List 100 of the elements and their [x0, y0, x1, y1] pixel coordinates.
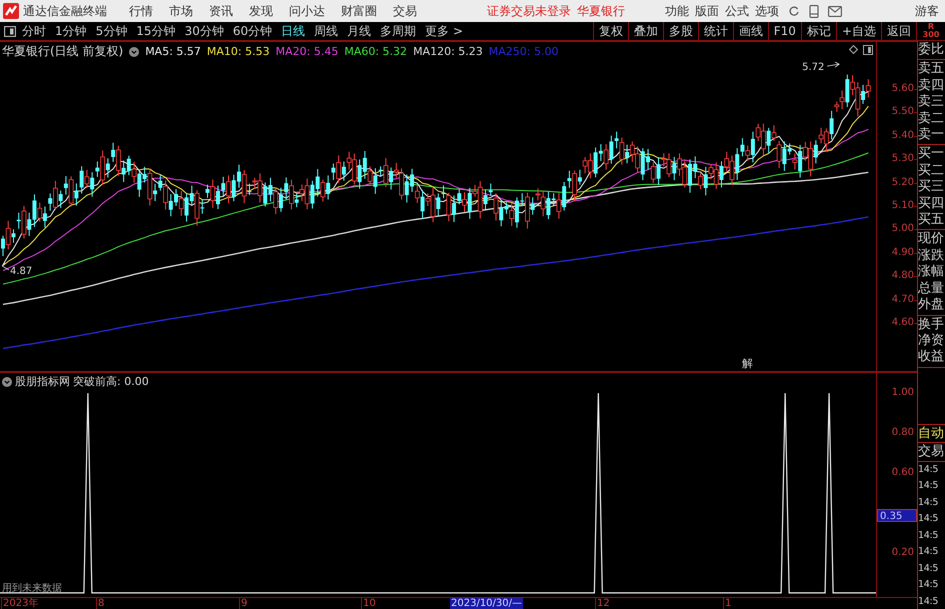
toolbar-button[interactable]: 返回 — [881, 22, 916, 40]
trade-time: 14:5 — [918, 496, 940, 510]
quote-field-label: 买三 — [918, 179, 945, 196]
low-price-label: 4.87 — [10, 266, 32, 277]
quote-field-label: 买二 — [918, 162, 945, 180]
menu-item[interactable]: 行情 — [129, 2, 153, 20]
mode-label[interactable]: 自动 — [918, 424, 945, 442]
moving-average-value: MA250: 5.00 — [488, 45, 558, 58]
price-tick-label: 4.90 — [892, 246, 914, 259]
toolbar-button[interactable]: 复权 — [592, 22, 628, 40]
menu-item[interactable]: 市场 — [169, 2, 193, 20]
quote-field-label: 委比 — [918, 42, 945, 58]
quote-field-label: 卖三 — [918, 94, 945, 111]
price-tick-label: 4.80 — [892, 270, 914, 282]
period-tab[interactable]: 30分钟 — [184, 22, 224, 40]
moving-average-value: MA5: 5.57 — [145, 45, 201, 58]
menu-item[interactable]: 发现 — [249, 2, 273, 20]
quote-field-label: 卖二 — [918, 110, 945, 127]
quote-field-label: 卖五 — [918, 61, 945, 78]
trade-time: 14:5 — [918, 594, 940, 608]
period-tab[interactable]: 多周期 — [380, 22, 416, 40]
period-tab[interactable]: 1分钟 — [55, 22, 87, 40]
menu-item[interactable]: 公式 — [725, 2, 749, 20]
period-tab[interactable]: 日线 — [281, 22, 306, 40]
price-tick-label: 4.60 — [892, 317, 914, 329]
moving-average-value: MA10: 5.53 — [206, 45, 270, 58]
quote-field-label: 买四 — [918, 196, 945, 212]
price-tick-label: 4.70 — [892, 294, 914, 306]
menu-item[interactable]: 版面 — [695, 2, 719, 20]
period-tab[interactable]: 分时 — [22, 22, 46, 40]
price-tick-label: 5.60 — [892, 83, 914, 95]
user-name[interactable]: 游客 — [915, 2, 939, 20]
chart-title: 华夏银行(日线 前复权) — [2, 43, 124, 60]
trade-time: 14:5 — [918, 578, 940, 592]
period-tab[interactable]: 更多 > — [425, 22, 463, 40]
price-tick-label: 5.10 — [892, 200, 914, 212]
quote-field-label: 卖四 — [918, 78, 945, 94]
indicator-tick-label: 0.20 — [892, 547, 914, 559]
price-tick-label: 5.40 — [892, 130, 914, 142]
toolbar-button[interactable]: 统计 — [698, 22, 733, 40]
price-tick-label: 5.50 — [892, 106, 914, 118]
toolbar-button[interactable]: 多股 — [662, 22, 698, 40]
trade-time: 14:5 — [918, 512, 940, 526]
future-data-note: 用到未来数据 — [2, 582, 62, 595]
period-tab[interactable]: 60分钟 — [232, 22, 272, 40]
rating-text: R — [928, 23, 934, 31]
period-tab[interactable]: 月线 — [347, 22, 372, 40]
toolbar-button[interactable]: F10 — [768, 22, 801, 40]
moving-average-value: MA20: 5.45 — [276, 45, 338, 58]
date-label: 2023/10/30/— — [450, 598, 524, 609]
quote-field-label: 买五 — [918, 212, 945, 228]
cursor-value-label: 0.35 — [877, 509, 917, 522]
quote-field-label: 涨幅 — [918, 264, 945, 281]
toolbar-button[interactable]: +自选 — [836, 22, 881, 40]
trade-time: 14:5 — [918, 479, 940, 493]
date-label: 9 — [239, 598, 248, 609]
indicator-tick-label: 0.80 — [892, 427, 914, 439]
date-label: 2023年 — [1, 598, 40, 609]
menu-item[interactable]: 问小达 — [289, 2, 325, 20]
toolbar-button[interactable]: 叠加 — [628, 22, 663, 40]
toolbar-button[interactable]: 画线 — [732, 22, 768, 40]
quote-field-label: 换手 — [918, 316, 945, 333]
menu-item[interactable]: 资讯 — [209, 2, 233, 20]
indicator-tick-label: 0.60 — [892, 467, 914, 479]
price-tick-label: 5.00 — [892, 223, 914, 236]
rating-text: 300 — [922, 31, 940, 39]
trade-time: 14:5 — [918, 462, 940, 476]
menu-item[interactable]: 选项 — [755, 2, 779, 20]
indicator-source: 股朋指标网 — [15, 374, 70, 389]
period-tab[interactable]: 15分钟 — [136, 22, 176, 40]
indicator-name: 突破前高: 0.00 — [73, 374, 149, 389]
price-tick-label: 5.30 — [892, 153, 914, 166]
period-tab[interactable]: 周线 — [314, 22, 338, 40]
app-title: 通达信金融终端 — [23, 2, 107, 20]
moving-average-value: MA120: 5.23 — [413, 45, 483, 58]
quote-field-label: 卖一 — [918, 127, 945, 144]
chart-marker: 解 — [742, 358, 753, 370]
date-label: 8 — [96, 598, 106, 609]
status-text: 证券交易未登录 — [487, 2, 571, 20]
menu-item[interactable]: 交易 — [393, 2, 417, 20]
price-tick-label: 5.20 — [892, 176, 914, 189]
moving-average-value: MA60: 5.32 — [344, 45, 408, 58]
quote-field-label: 买一 — [918, 146, 945, 163]
high-price-label: 5.72 — [802, 62, 824, 74]
date-label: 12 — [595, 598, 611, 609]
status-text: 华夏银行 — [577, 2, 625, 20]
indicator-tick-label: 1.00 — [892, 387, 914, 399]
toolbar-button[interactable]: 标记 — [800, 22, 836, 40]
trade-time: 14:5 — [918, 562, 940, 576]
quote-field-label: 外盘 — [918, 297, 945, 314]
trade-time: 14:5 — [918, 528, 940, 542]
period-tab[interactable]: 5分钟 — [96, 22, 128, 40]
quote-field-label: 现价 — [918, 231, 945, 248]
trade-time: 14:5 — [918, 545, 940, 559]
menu-item[interactable]: 功能 — [665, 2, 689, 20]
menu-item[interactable]: 财富圈 — [341, 2, 377, 20]
date-label: 10 — [361, 598, 377, 609]
trade-label: 交易 — [918, 442, 945, 462]
date-label: 1 — [723, 598, 732, 609]
quote-field-label: 净资 — [918, 332, 945, 350]
